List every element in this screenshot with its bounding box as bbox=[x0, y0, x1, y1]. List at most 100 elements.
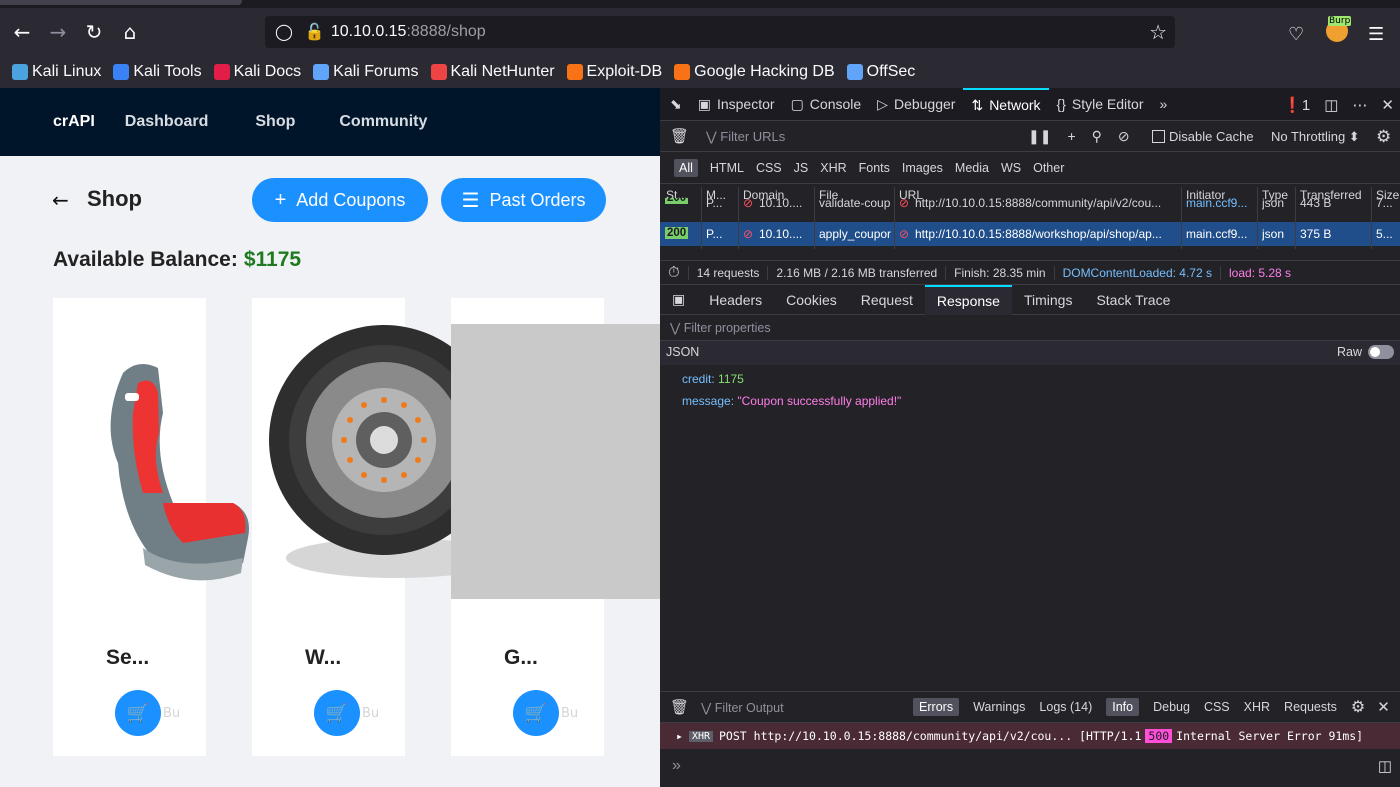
type-filter-ws[interactable]: WS bbox=[1001, 161, 1021, 175]
buy-button[interactable]: 🛒 bbox=[115, 690, 161, 736]
search-icon[interactable]: ⚲ bbox=[1092, 128, 1102, 145]
type-filter-html[interactable]: HTML bbox=[710, 161, 744, 175]
app-brand[interactable]: crAPI bbox=[53, 113, 95, 131]
console-filter-warnings[interactable]: Warnings bbox=[973, 700, 1025, 714]
type-filter-other[interactable]: Other bbox=[1033, 161, 1064, 175]
console-filter-requests[interactable]: Requests bbox=[1284, 700, 1337, 714]
raw-toggle[interactable]: Raw bbox=[1337, 345, 1394, 359]
overflow-menu-icon[interactable]: ⋯ bbox=[1352, 96, 1367, 114]
message-url[interactable]: http://10.10.0.15:8888/community/api/v2/… bbox=[754, 729, 1073, 743]
add-icon[interactable]: + bbox=[1067, 128, 1075, 145]
bookmark-item[interactable]: Kali Docs bbox=[213, 63, 301, 81]
app-header: crAPI Dashboard Shop Community bbox=[0, 88, 660, 156]
tab-inspector[interactable]: ▣ Inspector bbox=[690, 88, 783, 121]
throttling-select[interactable]: No Throttling ⬍ bbox=[1271, 129, 1360, 145]
console-filter-logs[interactable]: Logs (14) bbox=[1039, 700, 1092, 714]
console-input[interactable]: » ◫ bbox=[660, 749, 1400, 787]
column-divider[interactable] bbox=[1181, 187, 1182, 249]
column-divider[interactable] bbox=[1257, 187, 1258, 249]
dock-icon[interactable]: ◫ bbox=[1324, 96, 1338, 114]
bookmark-item[interactable]: Exploit-DB bbox=[566, 63, 662, 81]
type-filter-js[interactable]: JS bbox=[794, 161, 809, 175]
bookmark-item[interactable]: Google Hacking DB bbox=[674, 63, 835, 81]
split-console-icon[interactable]: ◫ bbox=[1378, 757, 1392, 775]
more-tabs-icon[interactable]: » bbox=[1152, 88, 1176, 121]
network-settings-icon[interactable]: ⚙ bbox=[1376, 127, 1391, 147]
pause-icon[interactable]: ❚❚ bbox=[1028, 128, 1051, 145]
close-devtools-icon[interactable]: ✕ bbox=[1381, 96, 1394, 114]
table-row[interactable]: 200 P... 10.10.... ⊘ apply_coupor http://10.1… bbox=[660, 222, 1400, 246]
type-filter-fonts[interactable]: Fonts bbox=[859, 161, 890, 175]
reload-icon[interactable]: ↻ bbox=[76, 16, 112, 48]
bookmark-item[interactable]: OffSec bbox=[846, 63, 915, 81]
burp-extension-icon[interactable]: Burp bbox=[1326, 16, 1352, 42]
tab-debugger[interactable]: ▷ Debugger bbox=[869, 88, 963, 121]
bookmark-item[interactable]: Kali Forums bbox=[313, 63, 419, 81]
back-arrow-icon[interactable]: ← bbox=[52, 188, 69, 212]
console-filter-debug[interactable]: Debug bbox=[1153, 700, 1190, 714]
nav-shop[interactable]: Shop bbox=[255, 113, 295, 131]
bookmark-item[interactable]: Kali Tools bbox=[113, 63, 202, 81]
tab-style-editor[interactable]: {} Style Editor bbox=[1049, 88, 1152, 121]
type-filter-all[interactable]: All bbox=[674, 158, 698, 177]
active-tab[interactable] bbox=[0, 0, 242, 5]
close-console-icon[interactable]: ✕ bbox=[1377, 698, 1390, 716]
buy-button[interactable]: 🛒 bbox=[314, 690, 360, 736]
filter-properties-input[interactable]: ⋁ Filter properties bbox=[660, 315, 1400, 341]
devtools-panel: ⬊ ▣ Inspector ▢ Console ▷ Debugger ⇅ Network… bbox=[660, 87, 1400, 787]
bookmark-favicon-icon bbox=[846, 64, 863, 80]
bookmark-item[interactable]: Kali NetHunter bbox=[430, 63, 555, 81]
detail-tab-stack-trace[interactable]: Stack Trace bbox=[1084, 285, 1182, 315]
detail-tab-timings[interactable]: Timings bbox=[1012, 285, 1085, 315]
nav-dashboard[interactable]: Dashboard bbox=[125, 113, 209, 131]
table-row[interactable]: 200 P... 10.10.... ⊘ validate-coup http://10.… bbox=[660, 198, 1400, 210]
console-filter-xhr[interactable]: XHR bbox=[1244, 700, 1270, 714]
toggle-sidebar-icon[interactable]: ▣ bbox=[660, 285, 697, 315]
buy-button[interactable]: 🛒 bbox=[513, 690, 559, 736]
raw-switch[interactable] bbox=[1368, 345, 1394, 359]
console-filter-css[interactable]: CSS bbox=[1204, 700, 1230, 714]
forward-icon[interactable]: → bbox=[40, 16, 76, 48]
filter-urls-input[interactable]: ⋁ Filter URLs bbox=[706, 129, 785, 145]
error-count-badge[interactable]: ❗1 bbox=[1283, 96, 1310, 114]
column-divider[interactable] bbox=[738, 187, 739, 249]
home-icon[interactable]: ⌂ bbox=[112, 16, 148, 48]
detail-tab-request[interactable]: Request bbox=[849, 285, 925, 315]
shield-icon[interactable]: ◯ bbox=[275, 22, 293, 42]
column-divider[interactable] bbox=[1371, 187, 1372, 249]
past-orders-button[interactable]: ☰ Past Orders bbox=[441, 178, 606, 222]
type-filter-images[interactable]: Images bbox=[902, 161, 943, 175]
column-divider[interactable] bbox=[894, 187, 895, 249]
pocket-icon[interactable]: ♡ bbox=[1288, 24, 1304, 45]
tab-console[interactable]: ▢ Console bbox=[783, 88, 870, 121]
disable-cache-checkbox[interactable]: Disable Cache bbox=[1152, 129, 1254, 144]
console-settings-icon[interactable]: ⚙ bbox=[1351, 697, 1365, 717]
nav-community[interactable]: Community bbox=[339, 113, 427, 131]
trash-icon[interactable]: 🗑 bbox=[670, 698, 689, 716]
expand-arrow-icon[interactable]: ▸ bbox=[676, 729, 683, 743]
type-filter-xhr[interactable]: XHR bbox=[820, 161, 846, 175]
column-divider[interactable] bbox=[701, 187, 702, 249]
bookmark-star-icon[interactable]: ☆ bbox=[1149, 20, 1167, 45]
lock-icon[interactable]: 🔓 bbox=[305, 22, 325, 42]
back-icon[interactable]: ← bbox=[4, 16, 40, 48]
menu-icon[interactable]: ☰ bbox=[1368, 24, 1384, 45]
filter-output-input[interactable]: ⋁ Filter Output bbox=[701, 700, 913, 715]
type-filter-css[interactable]: CSS bbox=[756, 161, 782, 175]
add-coupons-button[interactable]: + Add Coupons bbox=[252, 178, 428, 222]
detail-tab-cookies[interactable]: Cookies bbox=[774, 285, 849, 315]
url-bar[interactable]: ◯ 🔓 10.10.0.15:8888/shop ☆ bbox=[265, 16, 1175, 48]
tab-network[interactable]: ⇅ Network bbox=[963, 87, 1049, 121]
type-filter-media[interactable]: Media bbox=[955, 161, 989, 175]
console-error-message[interactable]: ▸ XHR POST http://10.10.0.15:8888/commun… bbox=[660, 723, 1400, 749]
console-filter-info[interactable]: Info bbox=[1106, 698, 1140, 716]
console-filter-errors[interactable]: Errors bbox=[913, 698, 960, 716]
bookmark-item[interactable]: Kali Linux bbox=[12, 63, 101, 81]
detail-tab-response[interactable]: Response bbox=[924, 284, 1012, 315]
detail-tab-headers[interactable]: Headers bbox=[697, 285, 774, 315]
element-picker-icon[interactable]: ⬊ bbox=[660, 88, 690, 121]
block-icon[interactable]: ⊘ bbox=[1118, 128, 1130, 145]
trash-icon[interactable]: 🗑 bbox=[670, 127, 689, 145]
column-divider[interactable] bbox=[814, 187, 815, 249]
column-divider[interactable] bbox=[1295, 187, 1296, 249]
